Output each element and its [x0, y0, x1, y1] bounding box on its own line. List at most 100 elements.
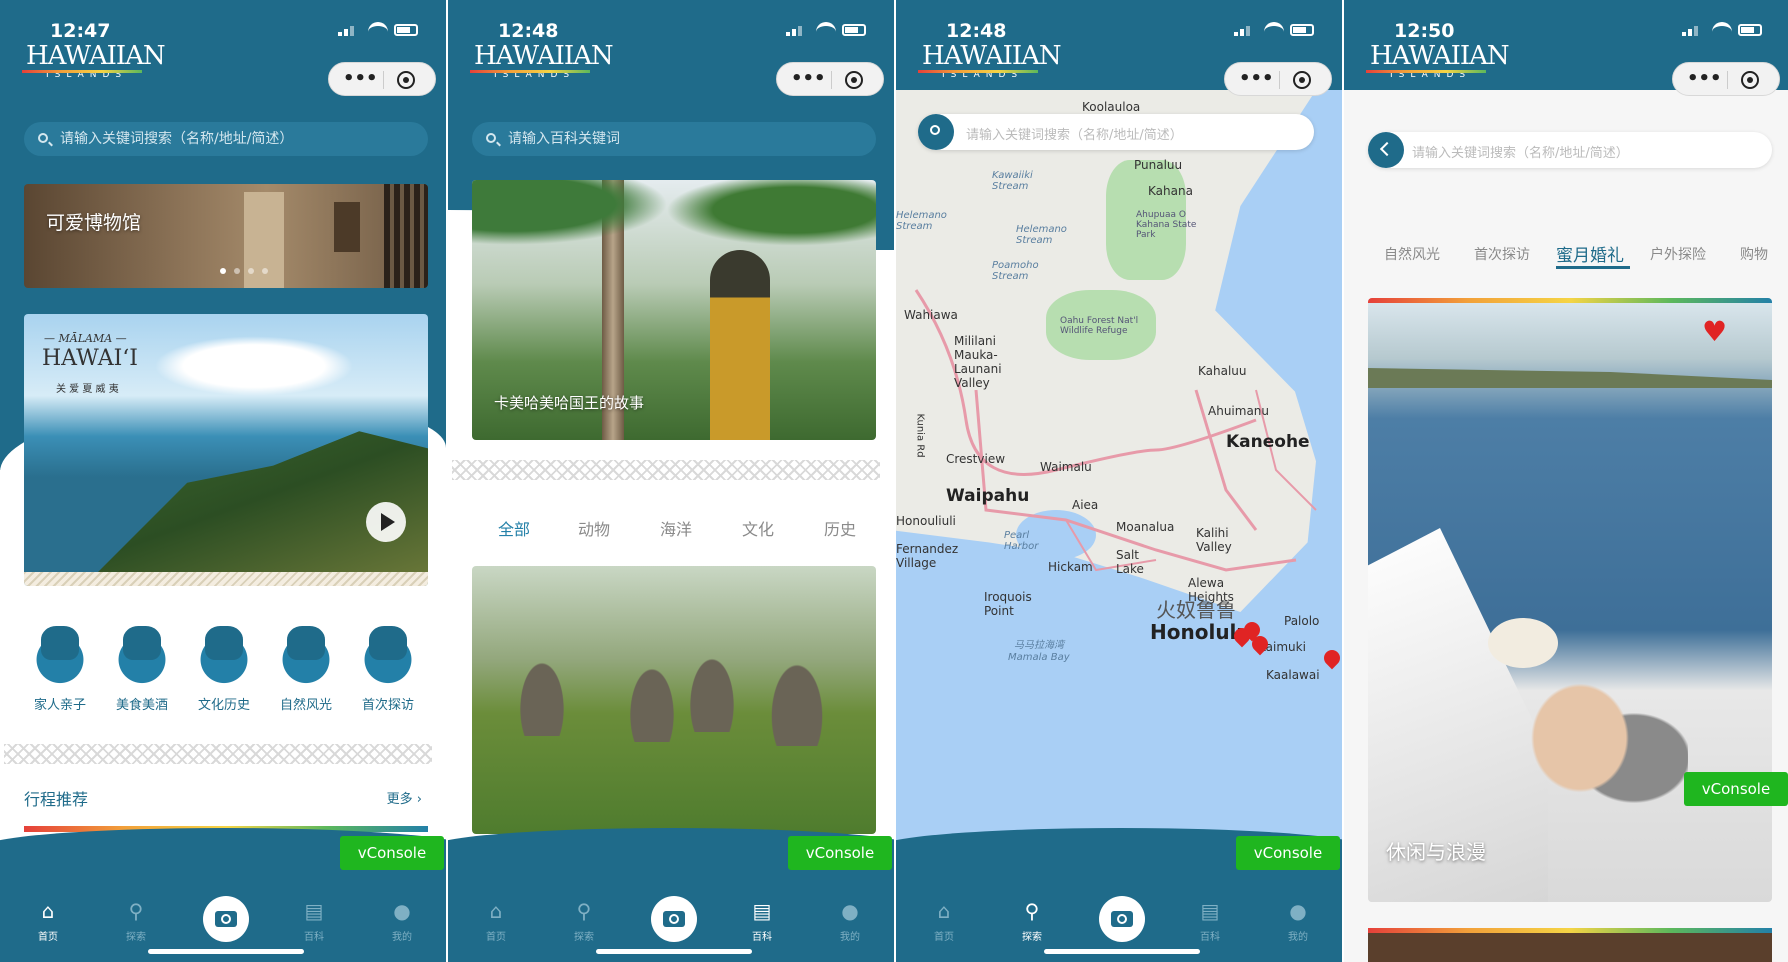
user-icon: ● [1289, 899, 1307, 923]
search-input[interactable]: 请输入关键词搜索（名称/地址/简述） [24, 122, 428, 156]
tab-profile[interactable]: ● 我的 [372, 900, 432, 943]
wifi-icon [368, 22, 388, 36]
tab-home[interactable]: ⌂ 首页 [914, 900, 974, 943]
tab-profile[interactable]: ● 我的 [820, 900, 880, 943]
filter-nature[interactable]: 自然风光 [1384, 244, 1440, 264]
tab-encyclopedia[interactable]: ▤ 百科 [1180, 900, 1240, 943]
more-icon[interactable]: ••• [1687, 70, 1722, 88]
family-palm-icon [27, 620, 93, 686]
culture-figure-icon [191, 620, 257, 686]
tab-home[interactable]: ⌂ 首页 [18, 900, 78, 943]
search-button[interactable] [918, 114, 954, 150]
user-icon: ● [841, 899, 859, 923]
camera-button[interactable] [203, 896, 249, 942]
miniprogram-capsule[interactable]: ••• [1672, 62, 1780, 96]
user-icon: ● [393, 899, 411, 923]
filter-all[interactable]: 全部 [498, 516, 530, 540]
status-icons [786, 22, 866, 38]
feature-title: HAWAIʻI [42, 346, 138, 371]
camera-button[interactable] [1099, 896, 1145, 942]
battery-icon [842, 24, 866, 36]
favorite-heart-icon[interactable]: ♥ [1702, 318, 1727, 346]
nature-bird-icon [273, 620, 339, 686]
wifi-icon [1264, 22, 1284, 36]
museum-banner[interactable]: 可爱博物馆 [24, 184, 428, 288]
vconsole-button[interactable]: vConsole [788, 836, 892, 870]
romance-card[interactable]: ♥ 休闲与浪漫 [1368, 298, 1772, 902]
category-culture[interactable]: 文化历史 [186, 620, 262, 713]
tab-encyclopedia[interactable]: ▤ 百科 [284, 900, 344, 943]
next-card-preview[interactable] [1368, 928, 1772, 962]
close-miniprogram-icon[interactable] [397, 71, 415, 89]
search-input[interactable]: 请输入百科关键词 [472, 122, 876, 156]
home-indicator [1044, 949, 1200, 954]
filter-culture[interactable]: 文化 [742, 516, 774, 540]
tab-explore[interactable]: ⚲ 探索 [106, 900, 166, 943]
malama-hawaii-feature[interactable]: — MĀLAMA — HAWAIʻI 关 爱 夏 威 夷 [24, 314, 428, 586]
home-icon: ⌂ [489, 899, 503, 923]
filter-shopping[interactable]: 购物 [1740, 244, 1768, 264]
miniprogram-capsule[interactable]: ••• [776, 62, 884, 96]
category-family[interactable]: 家人亲子 [22, 620, 98, 713]
map-search-input[interactable]: 请输入关键词搜索（名称/地址/简述） [918, 114, 1314, 150]
tab-home[interactable]: ⌂ 首页 [466, 900, 526, 943]
filter-history[interactable]: 历史 [824, 516, 856, 540]
food-bowl-icon [109, 620, 175, 686]
hero-caption: 卡美哈美哈国王的故事 [494, 394, 645, 412]
tribal-pattern-divider [4, 744, 432, 764]
signal-icon [786, 24, 808, 36]
vconsole-button[interactable]: vConsole [1684, 772, 1788, 806]
filter-first-visit[interactable]: 首次探访 [1474, 244, 1530, 264]
book-icon: ▤ [1200, 899, 1220, 923]
close-miniprogram-icon[interactable] [1293, 71, 1311, 89]
tab-explore[interactable]: ⚲ 探索 [1002, 900, 1062, 943]
category-first-visit[interactable]: 首次探访 [350, 620, 426, 713]
vconsole-button[interactable]: vConsole [340, 836, 444, 870]
search-icon: ⚲ [1024, 899, 1040, 923]
screen-encyclopedia: 12:48 HAWAIIAN ISLANDS ••• 请输入百科关键词 卡美哈美哈… [448, 0, 894, 962]
more-icon[interactable]: ••• [1239, 70, 1274, 88]
tribal-pattern-divider [452, 460, 880, 480]
active-filter-underline [1556, 266, 1630, 269]
status-icons [338, 22, 418, 38]
screen-itinerary: 12:50 HAWAIIAN ISLANDS ••• 请输入关键词搜索（名称/地址… [1344, 0, 1788, 962]
tab-encyclopedia[interactable]: ▤ 百科 [732, 900, 792, 943]
carousel-dots [220, 268, 280, 276]
first-visit-wave-icon [355, 620, 421, 686]
nene-geese-card[interactable] [472, 566, 876, 834]
close-miniprogram-icon[interactable] [845, 71, 863, 89]
map-view[interactable]: Koolauloa Punaluu Kahana Ahupuaa O Kahan… [896, 90, 1342, 850]
filter-animals[interactable]: 动物 [578, 516, 610, 540]
screen-explore-map: Koolauloa Punaluu Kahana Ahupuaa O Kahan… [896, 0, 1342, 962]
king-kamehameha-hero[interactable]: 卡美哈美哈国王的故事 [472, 180, 876, 440]
back-button[interactable] [1368, 132, 1404, 168]
app-logo: HAWAIIAN ISLANDS [470, 42, 614, 80]
search-input[interactable]: 请输入关键词搜索（名称/地址/简述） [1368, 132, 1772, 168]
category-nature[interactable]: 自然风光 [268, 620, 344, 713]
play-icon [381, 513, 395, 531]
chevron-left-icon [1379, 141, 1395, 157]
more-link[interactable]: 更多 › [387, 788, 422, 807]
section-title: 行程推荐 [24, 790, 89, 809]
roads [914, 289, 1317, 572]
category-food[interactable]: 美食美酒 [104, 620, 180, 713]
miniprogram-capsule[interactable]: ••• [328, 62, 436, 96]
book-icon: ▤ [304, 899, 324, 923]
close-miniprogram-icon[interactable] [1741, 71, 1759, 89]
tab-explore[interactable]: ⚲ 探索 [554, 900, 614, 943]
card-caption: 休闲与浪漫 [1386, 840, 1486, 864]
camera-button[interactable] [651, 896, 697, 942]
signal-icon [1234, 24, 1256, 36]
play-button[interactable] [366, 502, 406, 542]
more-icon[interactable]: ••• [791, 70, 826, 88]
status-time: 12:47 [50, 20, 111, 42]
filter-ocean[interactable]: 海洋 [660, 516, 692, 540]
miniprogram-capsule[interactable]: ••• [1224, 62, 1332, 96]
vconsole-button[interactable]: vConsole [1236, 836, 1340, 870]
tab-profile[interactable]: ● 我的 [1268, 900, 1328, 943]
home-icon: ⌂ [937, 899, 951, 923]
signal-icon [1682, 24, 1704, 36]
more-icon[interactable]: ••• [343, 70, 378, 88]
filter-outdoor[interactable]: 户外探险 [1650, 244, 1706, 264]
filter-honeymoon[interactable]: 蜜月婚礼 [1556, 241, 1624, 266]
